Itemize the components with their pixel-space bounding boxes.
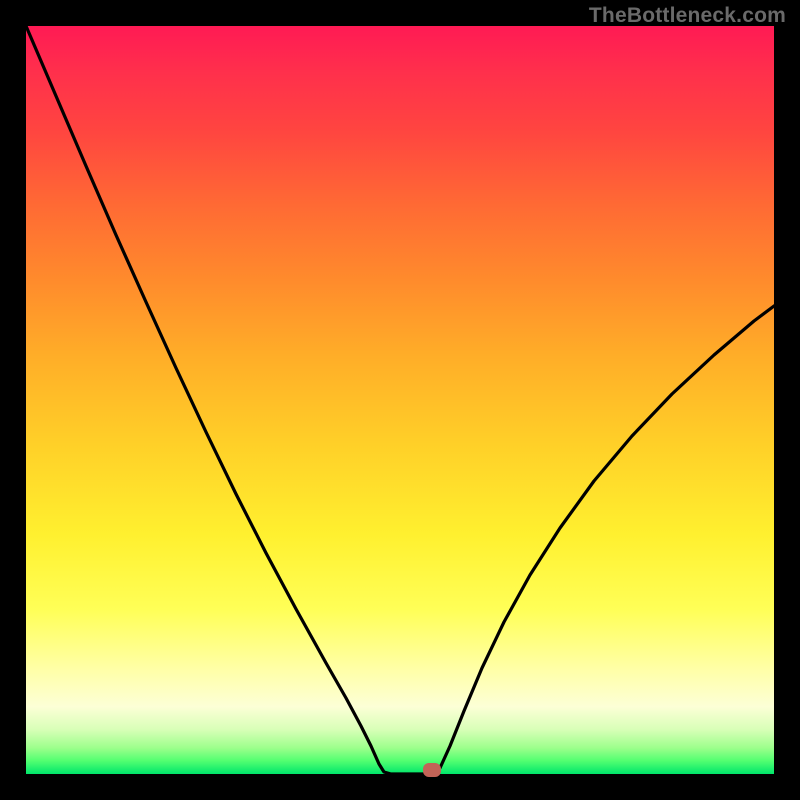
optimal-marker <box>423 763 441 777</box>
bottleneck-curve <box>26 26 774 774</box>
chart-frame: TheBottleneck.com <box>0 0 800 800</box>
curve-path <box>26 26 774 774</box>
watermark-text: TheBottleneck.com <box>589 4 786 28</box>
